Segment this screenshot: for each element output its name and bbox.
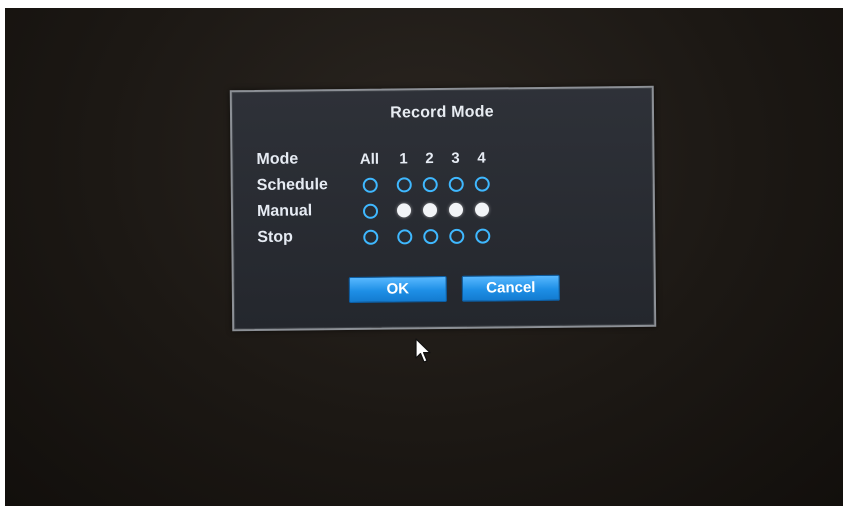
stop-channel-2-radio[interactable] (417, 223, 443, 249)
stop-row: Stop (257, 222, 495, 250)
ok-button[interactable]: OK (348, 275, 447, 303)
channel-1-header: 1 (399, 149, 408, 167)
radio-unselected-icon (474, 228, 490, 244)
schedule-channel-3-radio[interactable] (443, 171, 469, 197)
schedule-channel-4-radio[interactable] (469, 170, 495, 196)
manual-channel-3-radio[interactable] (443, 197, 469, 223)
record-mode-dialog: Record Mode Mode All 1 2 3 4 Schedule Ma… (229, 85, 657, 332)
stop-all-radio[interactable] (355, 224, 385, 250)
all-header-label: All (359, 150, 380, 168)
schedule-channel-1-radio[interactable] (391, 171, 417, 197)
radio-unselected-icon (422, 228, 438, 244)
schedule-all-radio[interactable] (355, 172, 385, 198)
radio-unselected-icon (362, 177, 378, 193)
stop-channel-1-radio[interactable] (391, 223, 417, 249)
radio-unselected-icon (362, 203, 378, 219)
header-row: Mode All 1 2 3 4 (256, 144, 494, 172)
schedule-row: Schedule (257, 170, 495, 198)
mouse-pointer-icon (415, 338, 431, 363)
channel-3-header: 3 (451, 149, 460, 167)
manual-all-radio[interactable] (355, 198, 385, 224)
radio-selected-icon (396, 203, 412, 218)
stop-channel-4-radio[interactable] (469, 222, 495, 248)
radio-unselected-icon (448, 228, 464, 244)
radio-selected-icon (448, 202, 464, 217)
channel-2-header: 2 (425, 149, 434, 167)
radio-unselected-icon (448, 176, 464, 192)
schedule-channel-2-radio[interactable] (417, 171, 443, 197)
schedule-label: Schedule (256, 176, 328, 194)
cancel-button[interactable]: Cancel (461, 274, 560, 302)
radio-unselected-icon (474, 176, 490, 192)
record-mode-grid: Mode All 1 2 3 4 Schedule Manual Stop (256, 144, 495, 250)
radio-unselected-icon (396, 228, 412, 244)
radio-selected-icon (474, 202, 490, 217)
manual-channel-2-radio[interactable] (417, 197, 443, 223)
mode-header-label: Mode (256, 150, 299, 168)
manual-channel-4-radio[interactable] (469, 196, 495, 222)
manual-row: Manual (257, 196, 495, 224)
manual-channel-1-radio[interactable] (391, 197, 417, 223)
radio-selected-icon (422, 203, 438, 218)
screen: Record Mode Mode All 1 2 3 4 Schedule Ma… (5, 8, 843, 506)
radio-unselected-icon (422, 176, 438, 192)
radio-unselected-icon (362, 229, 378, 245)
radio-unselected-icon (396, 176, 412, 192)
manual-label: Manual (256, 202, 313, 220)
dialog-title: Record Mode (390, 103, 494, 122)
channel-4-header: 4 (477, 149, 486, 167)
stop-label: Stop (257, 228, 293, 246)
stop-channel-3-radio[interactable] (443, 223, 469, 249)
